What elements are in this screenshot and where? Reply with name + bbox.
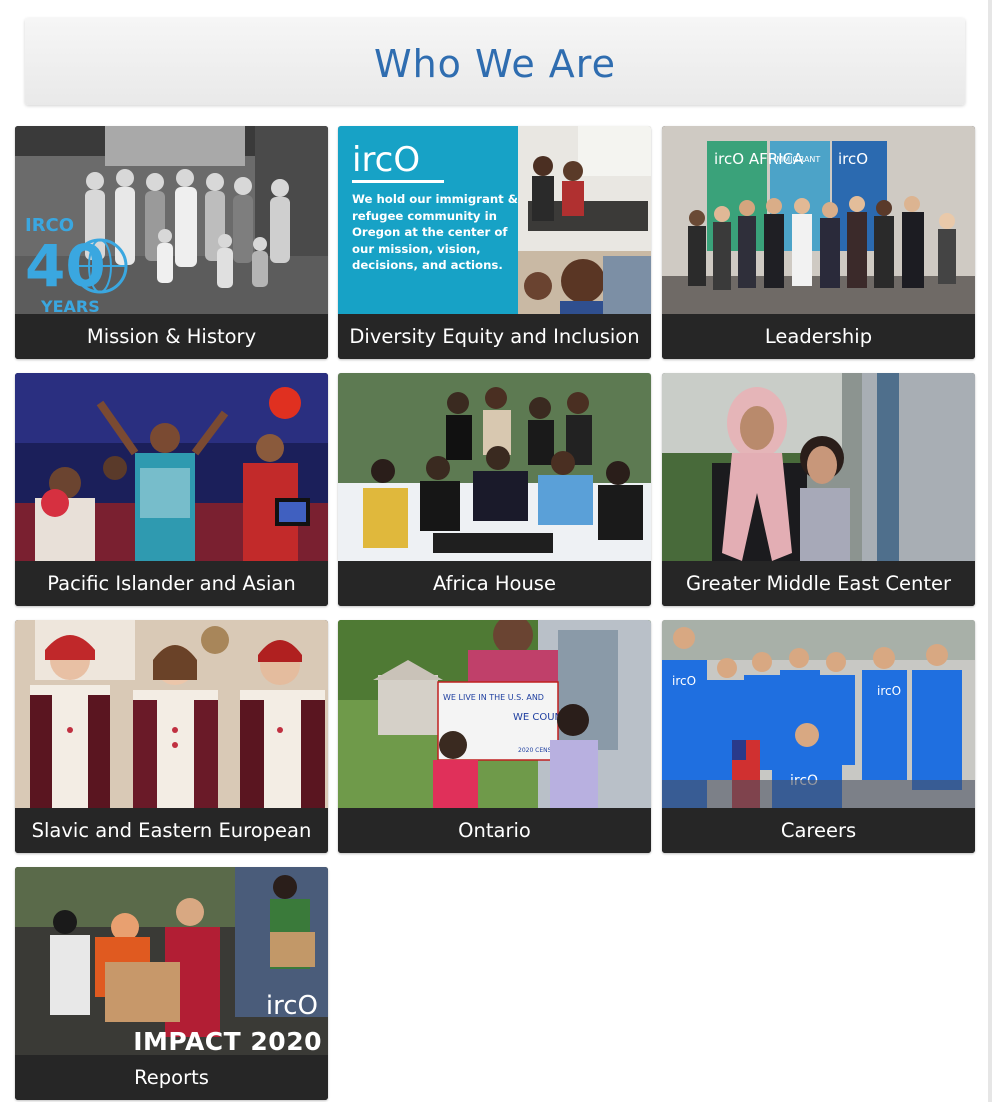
page-title: Who We Are bbox=[374, 41, 616, 86]
irco-logo: ircO bbox=[352, 140, 421, 180]
dei-statement-panel: ircO We hold our immigrant & refugee com… bbox=[338, 126, 518, 314]
card-diversity-equity-inclusion[interactable]: ircO We hold our immigrant & refugee com… bbox=[338, 126, 651, 359]
card-label: Ontario bbox=[338, 808, 651, 853]
dei-photo: ircO We hold our immigrant & refugee com… bbox=[338, 126, 651, 314]
irco-logo: ircO bbox=[265, 991, 318, 1021]
dei-statement: We hold our immigrant & refugee communit… bbox=[352, 192, 518, 272]
card-label: Careers bbox=[662, 808, 975, 853]
card-slavic-eastern-european[interactable]: Slavic and Eastern European bbox=[15, 620, 328, 853]
careers-photo: ircO ircO ircO bbox=[662, 620, 975, 808]
card-label: Greater Middle East Center bbox=[662, 561, 975, 606]
card-mission-history[interactable]: IRCO 40 YEARS Mission & History bbox=[15, 126, 328, 359]
card-pacific-islander-asian[interactable]: Pacific Islander and Asian bbox=[15, 373, 328, 606]
card-africa-house[interactable]: Africa House bbox=[338, 373, 651, 606]
card-ontario[interactable]: WE LIVE IN THE U.S. AND WE COUNT 2020 CE… bbox=[338, 620, 651, 853]
slavic-photo bbox=[15, 620, 328, 808]
mission-history-photo: IRCO 40 YEARS bbox=[15, 126, 328, 314]
card-label: Mission & History bbox=[15, 314, 328, 359]
card-label: Slavic and Eastern European bbox=[15, 808, 328, 853]
ontario-photo: WE LIVE IN THE U.S. AND WE COUNT 2020 CE… bbox=[338, 620, 651, 808]
irco-40-badge-bottom: YEARS bbox=[40, 297, 100, 314]
shirt-logo-text: ircO bbox=[672, 674, 696, 688]
page-scrollbar[interactable] bbox=[988, 0, 992, 1102]
middle-east-photo bbox=[662, 373, 975, 561]
leadership-photo: ircO AFRICA IMMIGRANT ircO bbox=[662, 126, 975, 314]
pacific-islander-photo bbox=[15, 373, 328, 561]
banner-text: ircO bbox=[838, 150, 868, 168]
card-label: Africa House bbox=[338, 561, 651, 606]
shirt-logo-text: ircO bbox=[877, 684, 901, 698]
card-reports[interactable]: ircO IMPACT 2020 Reports bbox=[15, 867, 328, 1100]
card-leadership[interactable]: ircO AFRICA IMMIGRANT ircO Leadership bbox=[662, 126, 975, 359]
logo-underline bbox=[352, 180, 444, 183]
card-careers[interactable]: ircO ircO ircO Careers bbox=[662, 620, 975, 853]
page-header: Who We Are bbox=[25, 18, 965, 105]
card-label: Diversity Equity and Inclusion bbox=[338, 314, 651, 359]
banner-text: IMMIGRANT bbox=[774, 155, 820, 164]
card-label: Pacific Islander and Asian bbox=[15, 561, 328, 606]
reports-photo: ircO IMPACT 2020 bbox=[15, 867, 328, 1055]
sign-text: WE LIVE IN THE U.S. AND bbox=[443, 693, 544, 702]
card-label: Reports bbox=[15, 1055, 328, 1100]
impact-2020-text: IMPACT 2020 bbox=[133, 1027, 322, 1055]
card-greater-middle-east-center[interactable]: Greater Middle East Center bbox=[662, 373, 975, 606]
africa-house-photo bbox=[338, 373, 651, 561]
card-label: Leadership bbox=[662, 314, 975, 359]
